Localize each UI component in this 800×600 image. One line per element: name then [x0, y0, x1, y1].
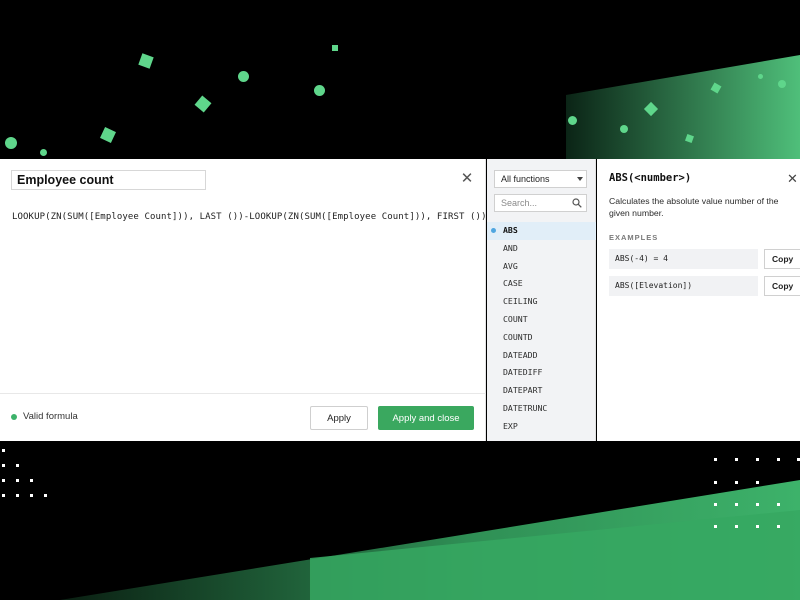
- decorative-grid-dot: [756, 481, 759, 484]
- function-list-item[interactable]: COUNT: [487, 311, 596, 329]
- close-icon[interactable]: ✕: [460, 171, 474, 186]
- function-list-item[interactable]: CEILING: [487, 293, 596, 311]
- function-list-item[interactable]: CASE: [487, 275, 596, 293]
- function-list-item[interactable]: AND: [487, 240, 596, 258]
- copy-example-button[interactable]: Copy: [764, 249, 800, 269]
- decorative-square: [194, 95, 212, 113]
- function-list-item[interactable]: EXP: [487, 418, 596, 436]
- decorative-dot: [620, 125, 628, 133]
- decorative-grid-dot: [714, 525, 717, 528]
- decorative-grid-dot: [735, 525, 738, 528]
- decorative-dot: [314, 85, 325, 96]
- decorative-grid-dot: [30, 494, 33, 497]
- decorative-grid-dot: [735, 458, 738, 461]
- function-list-item-label: DATEADD: [503, 349, 538, 360]
- decorative-grid-dot: [714, 481, 717, 484]
- decorative-grid-dot: [16, 494, 19, 497]
- function-list-item-label: DATETRUNC: [503, 402, 548, 413]
- decorative-dot: [758, 74, 763, 79]
- function-list-item-label: CASE: [503, 278, 523, 289]
- decorative-dot: [568, 116, 577, 125]
- calculation-editor-panel: [0, 159, 486, 441]
- function-list-item-label: DATEPART: [503, 385, 543, 396]
- decorative-grid-dot: [756, 458, 759, 461]
- function-list-item-label: COUNTD: [503, 331, 533, 342]
- apply-button[interactable]: Apply: [310, 406, 368, 430]
- function-description: Calculates the absolute value number of …: [609, 196, 779, 218]
- chevron-down-icon: [577, 177, 583, 181]
- decorative-dot: [238, 71, 249, 82]
- apply-and-close-button[interactable]: Apply and close: [378, 406, 474, 430]
- decorative-grid-dot: [16, 464, 19, 467]
- function-list-item-label: CEILING: [503, 296, 538, 307]
- function-list-item-label: EXP: [503, 420, 518, 431]
- decorative-grid-dot: [735, 503, 738, 506]
- function-list-item[interactable]: DATETRUNC: [487, 400, 596, 418]
- decorative-square: [332, 45, 338, 51]
- decorative-grid-dot: [2, 464, 5, 467]
- footer-divider: [0, 393, 486, 394]
- decorative-square: [100, 127, 116, 143]
- function-list-item[interactable]: DATEPART: [487, 382, 596, 400]
- function-signature: ABS(<number>): [609, 172, 692, 184]
- function-list-item[interactable]: ABS: [487, 222, 596, 240]
- decorative-grid-dot: [2, 494, 5, 497]
- decorative-dot: [40, 149, 47, 156]
- close-icon[interactable]: ✕: [787, 172, 798, 186]
- decorative-grid-dot: [30, 479, 33, 482]
- examples-header: EXAMPLES: [609, 233, 659, 242]
- example-code: ABS([Elevation]): [609, 276, 758, 296]
- function-list-item-label: AVG: [503, 260, 518, 271]
- selected-indicator-icon: [491, 228, 496, 233]
- function-list-item-label: AND: [503, 242, 518, 253]
- function-list-item[interactable]: COUNTD: [487, 329, 596, 347]
- function-list-item[interactable]: DATEDIFF: [487, 364, 596, 382]
- function-filter-dropdown[interactable]: All functions: [494, 170, 587, 188]
- calculation-name-input[interactable]: [11, 170, 206, 190]
- decorative-green-band-bottom: [60, 480, 800, 600]
- decorative-grid-dot: [44, 494, 47, 497]
- decorative-grid-dot: [714, 503, 717, 506]
- example-code: ABS(-4) = 4: [609, 249, 758, 269]
- function-list: ABS AND AVG CASE CEILING COUNT COUNTD DATEADD DA…: [487, 222, 596, 436]
- decorative-grid-dot: [756, 525, 759, 528]
- search-icon[interactable]: [572, 198, 582, 208]
- function-list-item[interactable]: DATEADD: [487, 347, 596, 365]
- decorative-grid-dot: [714, 458, 717, 461]
- function-list-item[interactable]: AVG: [487, 258, 596, 276]
- formula-text[interactable]: LOOKUP(ZN(SUM([Employee Count])), LAST (…: [12, 212, 486, 222]
- decorative-grid-dot: [777, 458, 780, 461]
- decorative-square: [138, 53, 154, 69]
- formula-status-text: Valid formula: [23, 411, 78, 422]
- decorative-dot: [5, 137, 17, 149]
- function-list-item-label: COUNT: [503, 313, 528, 324]
- valid-status-icon: [11, 414, 17, 420]
- decorative-grid-dot: [2, 449, 5, 452]
- decorative-grid-dot: [735, 481, 738, 484]
- decorative-grid-dot: [777, 503, 780, 506]
- decorative-dot: [778, 80, 786, 88]
- decorative-green-band-top: [566, 55, 800, 159]
- function-list-item-label: ABS: [503, 225, 518, 235]
- decorative-grid-dot: [777, 525, 780, 528]
- copy-example-button[interactable]: Copy: [764, 276, 800, 296]
- decorative-grid-dot: [756, 503, 759, 506]
- function-list-item-label: DATEDIFF: [503, 367, 543, 378]
- decorative-grid-dot: [2, 479, 5, 482]
- decorative-grid-dot: [16, 479, 19, 482]
- function-filter-value: All functions: [501, 174, 550, 184]
